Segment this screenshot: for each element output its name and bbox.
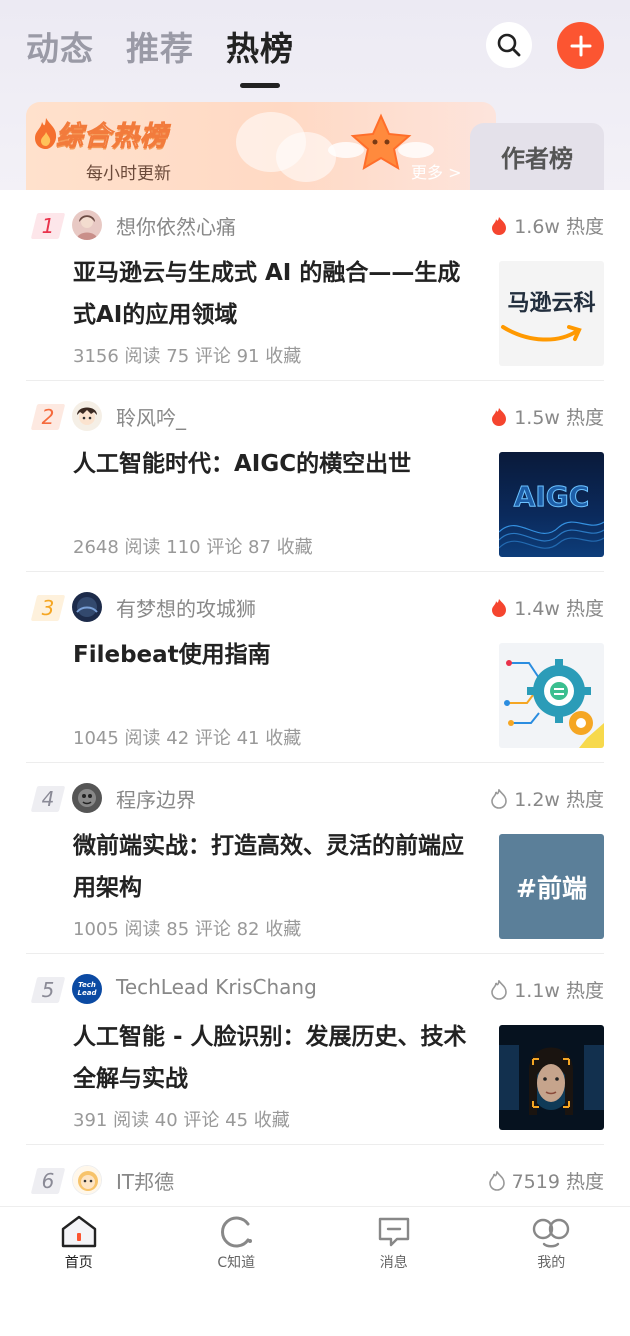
heat-indicator: 1.4w 热度 (490, 594, 604, 621)
banner-subtitle: 每小时更新 (86, 159, 171, 184)
bottom-navigation: 首页 C知道 消息 我的 (0, 1206, 630, 1281)
article-stats: 2648 阅读 110 评论 87 收藏 (73, 533, 313, 559)
amazon-smile-logo (499, 321, 604, 351)
tab-recommend[interactable]: 推荐 (126, 22, 194, 70)
avatar[interactable] (72, 401, 102, 431)
heat-indicator: 1.5w 热度 (490, 403, 604, 430)
top-tabs: 动态 推荐 热榜 (26, 22, 294, 70)
nav-home[interactable]: 首页 (0, 1207, 158, 1281)
message-icon (375, 1215, 413, 1249)
nav-label: C知道 (217, 1252, 255, 1272)
nav-label: 首页 (65, 1252, 93, 1272)
rank-number: 5 (34, 977, 62, 1003)
thumbnail-text: #前端 (516, 869, 587, 905)
heat-value: 1.6w 热度 (514, 212, 604, 239)
list-item[interactable]: 5 Tech Lead TechLead KrisChang 1.1w 热度 人… (0, 954, 630, 1145)
avatar-text: Tech Lead (75, 981, 99, 997)
home-icon (60, 1215, 98, 1249)
rank-number: 1 (34, 213, 62, 239)
search-icon (496, 32, 522, 58)
flame-icon (490, 407, 508, 427)
article-thumbnail[interactable] (499, 643, 604, 748)
article-title[interactable]: 人工智能时代：AIGC的横空出世 (73, 443, 483, 485)
article-stats: 1005 阅读 85 评论 82 收藏 (73, 915, 301, 941)
tab-dynamic[interactable]: 动态 (26, 22, 94, 70)
article-title[interactable]: 人工智能 - 人脸识别：发展历史、技术全解与实战 (73, 1016, 483, 1100)
flame-outline-icon (488, 1171, 506, 1191)
list-item[interactable]: 2 聆风吟_ 1.5w 热度 人工智能时代：AIGC的横空出世 2648 阅读 … (0, 381, 630, 572)
nav-profile[interactable]: 我的 (473, 1207, 630, 1281)
more-link[interactable]: 更多 > (411, 159, 462, 183)
heat-indicator: 1.1w 热度 (490, 976, 604, 1003)
nav-label: 消息 (380, 1252, 408, 1272)
heat-value: 1.1w 热度 (514, 976, 604, 1003)
heat-indicator: 1.6w 热度 (490, 212, 604, 239)
article-stats: 1045 阅读 42 评论 41 收藏 (73, 724, 301, 750)
thumbnail-text: AIGC (499, 480, 604, 513)
author-name[interactable]: IT邦德 (116, 1166, 174, 1195)
avatar[interactable] (72, 783, 102, 813)
comprehensive-hot-list-card[interactable]: 综合热榜 每小时更新 更多 > (26, 102, 496, 190)
article-title[interactable]: 微前端实战：打造高效、灵活的前端应用架构 (73, 825, 483, 909)
face-recognition-image (499, 1025, 604, 1130)
list-item[interactable]: 3 有梦想的攻城狮 1.4w 热度 Filebeat使用指南 1045 阅读 4… (0, 572, 630, 763)
heat-value: 1.5w 热度 (514, 403, 604, 430)
flame-icon (490, 216, 508, 236)
nav-label: 我的 (537, 1252, 565, 1272)
nav-c-know[interactable]: C知道 (158, 1207, 316, 1281)
rank-number: 3 (34, 595, 62, 621)
heat-indicator: 1.2w 热度 (490, 785, 604, 812)
avatar[interactable]: Tech Lead (72, 974, 102, 1004)
avatar[interactable] (72, 210, 102, 240)
nav-messages[interactable]: 消息 (315, 1207, 473, 1281)
list-item[interactable]: 1 想你依然心痛 1.6w 热度 亚马逊云与生成式 AI 的融合——生成式AI的… (0, 190, 630, 381)
article-thumbnail[interactable]: AIGC (499, 452, 604, 557)
author-name[interactable]: 程序边界 (116, 784, 196, 813)
author-name[interactable]: TechLead KrisChang (116, 975, 317, 999)
heat-value: 1.4w 热度 (514, 594, 604, 621)
article-title[interactable]: 亚马逊云与生成式 AI 的融合——生成式AI的应用领域 (73, 252, 483, 336)
plus-icon (569, 34, 593, 58)
heat-value: 1.2w 热度 (514, 785, 604, 812)
c-know-icon (217, 1215, 255, 1249)
hot-list: 1 想你依然心痛 1.6w 热度 亚马逊云与生成式 AI 的融合——生成式AI的… (0, 190, 630, 1336)
avatar[interactable] (72, 592, 102, 622)
article-stats: 3156 阅读 75 评论 91 收藏 (73, 342, 301, 368)
heat-value: 7519 热度 (512, 1167, 604, 1194)
author-ranking-tab[interactable]: 作者榜 (470, 123, 604, 190)
tab-hot-list[interactable]: 热榜 (226, 22, 294, 70)
article-thumbnail[interactable]: 马逊云科 (499, 261, 604, 366)
search-button[interactable] (486, 22, 532, 68)
avatar[interactable] (72, 1165, 102, 1195)
author-name[interactable]: 想你依然心痛 (116, 211, 236, 240)
article-stats: 391 阅读 40 评论 45 收藏 (73, 1106, 290, 1132)
author-name[interactable]: 聆风吟_ (116, 402, 186, 431)
author-name[interactable]: 有梦想的攻城狮 (116, 593, 256, 622)
flame-icon (490, 598, 508, 618)
gear-icon (499, 643, 604, 748)
rank-number: 2 (34, 404, 62, 430)
rank-number: 6 (34, 1168, 62, 1194)
article-thumbnail[interactable] (499, 1025, 604, 1130)
profile-icon (531, 1215, 571, 1249)
article-thumbnail[interactable]: #前端 (499, 834, 604, 939)
article-title[interactable]: Filebeat使用指南 (73, 634, 483, 676)
rank-number: 4 (34, 786, 62, 812)
hot-list-banner: 综合热榜 每小时更新 更多 > 作者榜 (26, 102, 604, 190)
heat-indicator: 7519 热度 (488, 1167, 604, 1194)
flame-outline-icon (490, 789, 508, 809)
list-item[interactable]: 4 程序边界 1.2w 热度 微前端实战：打造高效、灵活的前端应用架构 1005… (0, 763, 630, 954)
thumbnail-text: 马逊云科 (499, 285, 604, 317)
banner-title: 综合热榜 (56, 114, 168, 153)
add-button[interactable] (557, 22, 604, 69)
flame-outline-icon (490, 980, 508, 1000)
